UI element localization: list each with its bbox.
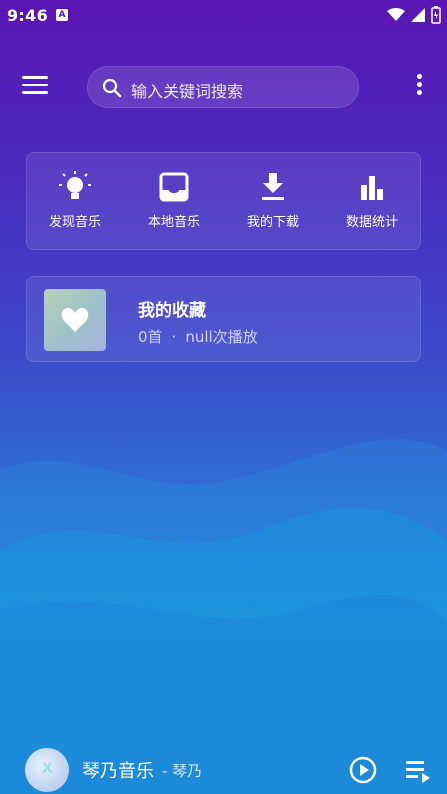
background-waves [0,439,447,794]
album-glyph: X [42,761,53,777]
menu-button[interactable] [22,76,48,96]
track-artist: - 琴乃 [162,762,203,780]
signal-icon [411,8,425,22]
quick-action-downloads[interactable]: 我的下载 [233,171,313,230]
mini-player[interactable]: X 琴乃音乐 - 琴乃 [0,742,447,794]
search-placeholder: 输入关键词搜索 [131,82,244,101]
meta-separator: · [171,328,177,346]
album-art[interactable]: X [25,748,69,792]
quick-action-label: 数据统计 [345,215,398,230]
menu-icon [22,76,48,79]
favorites-count: 0首 [138,328,163,346]
favorites-title: 我的收藏 [138,301,206,321]
top-bar: 输入关键词搜索 [0,64,447,110]
favorites-cover [44,289,106,351]
quick-action-label: 本地音乐 [147,215,200,230]
queue-icon[interactable] [405,759,431,783]
play-icon[interactable] [349,756,377,784]
quick-actions-card: 发现音乐 本地音乐 我的下载 数据统计 [26,152,421,250]
quick-action-stats[interactable]: 数据统计 [332,171,412,230]
more-button[interactable] [414,74,424,98]
quick-action-local[interactable]: 本地音乐 [134,171,214,230]
notification-icon: A [56,9,68,21]
favorites-card[interactable]: 我的收藏 0首 · null次播放 [26,276,421,362]
quick-action-label: 我的下载 [246,215,299,230]
status-bar: 9:46 A [0,0,447,32]
heart-icon [61,307,89,332]
battery-icon [431,6,441,24]
status-time: 9:46 [7,6,48,25]
search-bar[interactable]: 输入关键词搜索 [87,66,359,108]
more-vert-icon [416,74,422,79]
wifi-icon [387,8,405,21]
track-title: 琴乃音乐 [82,761,154,782]
favorites-meta: 0首 · null次播放 [138,326,258,347]
inbox-icon [159,172,189,202]
favorites-plays: null次播放 [185,328,258,346]
download-icon [262,173,284,200]
search-icon [102,78,122,98]
bar-chart-icon [361,176,383,200]
quick-action-discover[interactable]: 发现音乐 [35,171,115,230]
lightbulb-icon [59,171,91,199]
quick-action-label: 发现音乐 [48,215,101,230]
